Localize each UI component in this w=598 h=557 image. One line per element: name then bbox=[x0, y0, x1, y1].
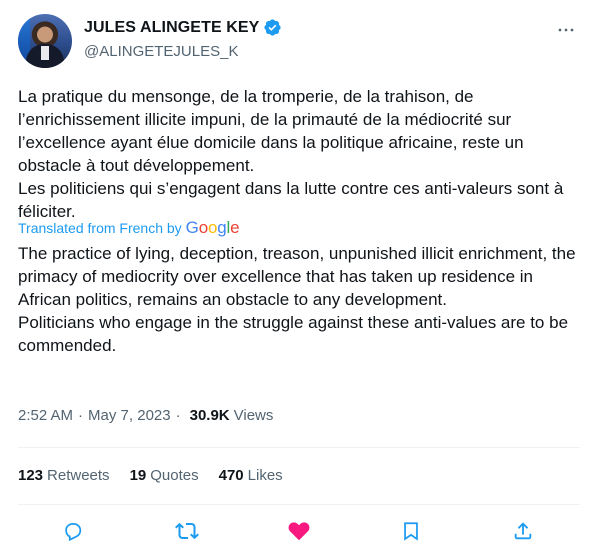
action-bar bbox=[0, 516, 598, 546]
quotes-count: 19 bbox=[129, 467, 147, 484]
retweet-icon[interactable] bbox=[174, 518, 200, 544]
tweet-header: JULES ALINGETE KEY @ALINGETEJULES_K bbox=[18, 12, 580, 68]
retweets-count: 123 bbox=[18, 467, 44, 484]
avatar[interactable] bbox=[18, 14, 72, 68]
tweet-date[interactable]: May 7, 2023 bbox=[88, 407, 171, 424]
name-row: JULES ALINGETE KEY bbox=[84, 18, 282, 37]
google-logo: Google bbox=[185, 218, 240, 237]
retweets-stat[interactable]: 123 Retweets bbox=[18, 467, 110, 484]
reply-icon[interactable] bbox=[60, 518, 86, 544]
tweet-meta: 2:52 AM · May 7, 2023 · 30.9K Views bbox=[18, 407, 273, 424]
engagement-stats: 123 Retweets 19 Quotes 470 Likes bbox=[18, 467, 303, 484]
tweet-time[interactable]: 2:52 AM bbox=[18, 407, 73, 424]
bookmark-icon[interactable] bbox=[398, 518, 424, 544]
likes-count: 470 bbox=[218, 467, 244, 484]
translation-attribution[interactable]: Translated from French by Google bbox=[18, 218, 240, 238]
avatar-shirt bbox=[41, 46, 49, 60]
quotes-label: Quotes bbox=[150, 467, 199, 484]
tweet-original-text: La pratique du mensonge, de la tromperie… bbox=[18, 87, 564, 221]
more-options-icon[interactable] bbox=[556, 20, 576, 40]
quotes-stat[interactable]: 19 Quotes bbox=[130, 467, 199, 484]
divider bbox=[18, 447, 580, 448]
divider-2 bbox=[18, 504, 580, 505]
likes-label: Likes bbox=[247, 467, 283, 484]
views-label: Views bbox=[233, 407, 274, 424]
share-icon[interactable] bbox=[510, 518, 536, 544]
retweets-label: Retweets bbox=[47, 467, 110, 484]
meta-separator: · bbox=[78, 407, 84, 424]
verified-badge-icon bbox=[264, 19, 282, 36]
meta-separator-2: · bbox=[175, 407, 181, 424]
tweet-translated-text: The practice of lying, deception, treaso… bbox=[18, 244, 576, 355]
likes-stat[interactable]: 470 Likes bbox=[219, 467, 283, 484]
author-handle[interactable]: @ALINGETEJULES_K bbox=[84, 43, 238, 60]
views-count: 30.9K bbox=[189, 407, 230, 424]
author-name[interactable]: JULES ALINGETE KEY bbox=[84, 19, 259, 37]
like-icon[interactable] bbox=[286, 518, 312, 544]
translated-label: Translated from French by bbox=[18, 220, 182, 236]
